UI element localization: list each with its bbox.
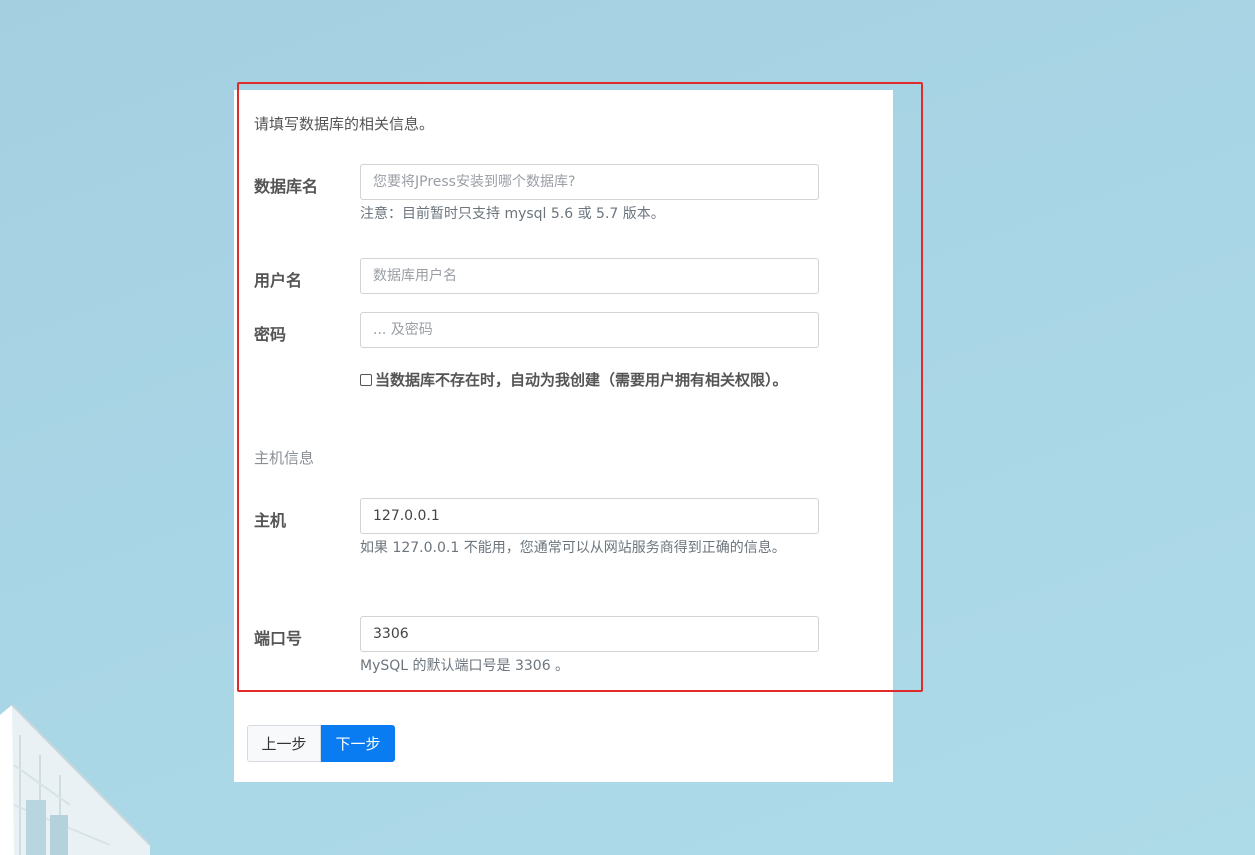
db-name-input[interactable] [360,164,819,200]
host-help: 如果 127.0.0.1 不能用，您通常可以从网站服务商得到正确的信息。 [360,540,786,556]
db-name-help: 注意：目前暂时只支持 mysql 5.6 或 5.7 版本。 [360,206,665,222]
building-background-graphic [0,705,150,855]
host-section-title: 主机信息 [254,449,315,467]
auto-create-checkbox[interactable] [360,373,372,386]
db-name-label: 数据库名 [254,177,319,196]
next-step-button[interactable]: 下一步 [321,725,395,762]
prev-step-button[interactable]: 上一步 [247,725,321,762]
password-input[interactable] [360,312,819,348]
port-label: 端口号 [254,629,303,648]
password-label: 密码 [254,325,287,344]
host-label: 主机 [254,511,287,530]
username-input[interactable] [360,258,819,294]
username-label: 用户名 [254,271,303,290]
auto-create-option[interactable]: 当数据库不存在时，自动为我创建（需要用户拥有相关权限）。 [360,369,788,390]
auto-create-label: 当数据库不存在时，自动为我创建（需要用户拥有相关权限）。 [375,371,788,389]
port-input[interactable] [360,616,819,652]
host-input[interactable] [360,498,819,534]
port-help: MySQL 的默认端口号是 3306 。 [360,658,570,674]
intro-text: 请填写数据库的相关信息。 [254,115,435,133]
